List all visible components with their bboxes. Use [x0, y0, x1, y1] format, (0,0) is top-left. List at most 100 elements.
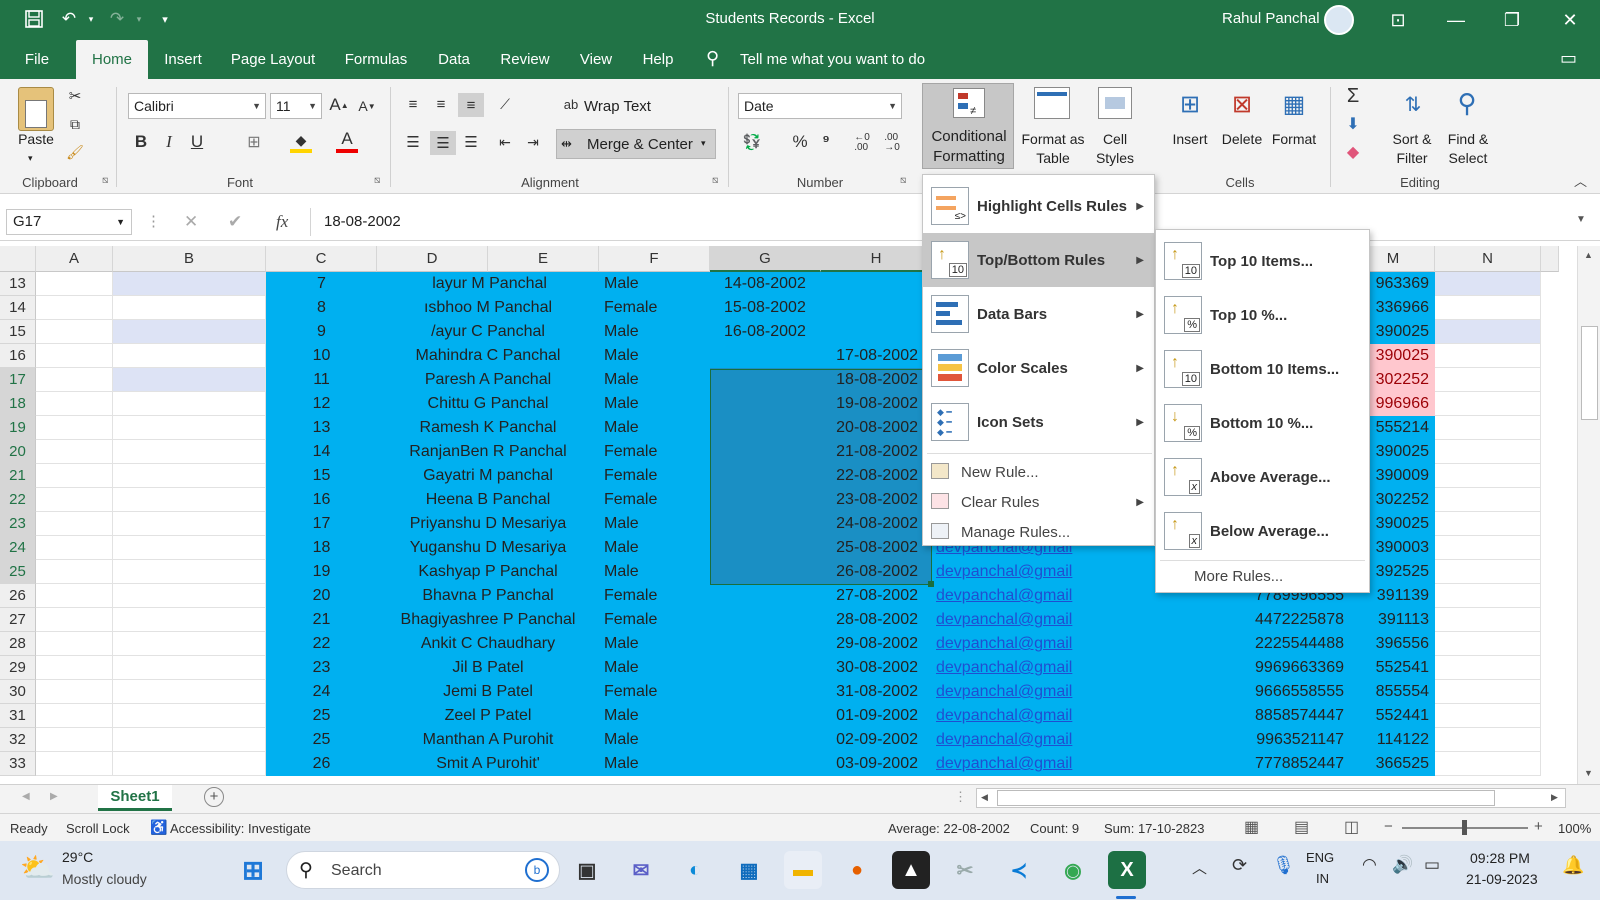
clear-icon[interactable]: ◆ [1342, 141, 1364, 163]
cell-a[interactable] [36, 512, 113, 536]
cell-id[interactable]: 18 [266, 536, 377, 560]
increase-decimal-icon[interactable]: ←0.00 [850, 131, 874, 155]
scroll-left-icon[interactable]: ◀ [22, 791, 30, 802]
cell-phone[interactable]: 9666558555 [1160, 680, 1352, 704]
cell-email[interactable]: devpanchal@gmail [936, 728, 1156, 752]
menu-item-new-rule[interactable]: New Rule... [923, 457, 1154, 487]
cell-id[interactable]: 14 [266, 440, 377, 464]
cell-n[interactable] [1435, 440, 1541, 464]
delete-cells-button[interactable]: Delete [1212, 130, 1272, 148]
cell-name[interactable]: Paresh A Panchal [377, 368, 599, 392]
redo-icon[interactable]: ↷ [106, 8, 128, 30]
firefox-icon[interactable]: ● [838, 851, 876, 889]
cell-b[interactable] [113, 536, 266, 560]
cell-n[interactable] [1435, 344, 1541, 368]
cell-email[interactable]: devpanchal@gmail [936, 752, 1156, 776]
cell-id[interactable]: 17 [266, 512, 377, 536]
enter-icon[interactable]: ✔ [228, 212, 242, 232]
cell-a[interactable] [36, 560, 113, 584]
chevron-down-icon[interactable]: ▾ [128, 8, 150, 30]
cell-email[interactable]: devpanchal@gmail [936, 560, 1156, 584]
cell-b[interactable] [113, 272, 266, 296]
cell-b[interactable] [113, 752, 266, 776]
cell-a[interactable] [36, 368, 113, 392]
column-header-h[interactable]: H [821, 246, 932, 272]
increase-font-icon[interactable]: A ▲ [329, 95, 348, 115]
battery-icon[interactable]: ▭ [1424, 855, 1440, 875]
user-name[interactable]: Rahul Panchal [1222, 10, 1320, 27]
cell-a[interactable] [36, 392, 113, 416]
cell-styles-label-2[interactable]: Styles [1090, 149, 1140, 167]
menu-item-highlight-cells-rules[interactable]: ≤> Highlight Cells Rules ▶ [923, 179, 1154, 233]
cell-name[interactable]: Ramesh K Panchal [377, 416, 599, 440]
teams-chat-icon[interactable]: ✉ [622, 851, 660, 889]
cell-a[interactable] [36, 752, 113, 776]
microphone-icon[interactable]: 🎙 [1272, 855, 1295, 876]
cell-id[interactable]: 10 [266, 344, 377, 368]
customize-qat-icon[interactable]: ▾ [154, 8, 176, 30]
column-header-n[interactable]: N [1435, 246, 1541, 272]
cell-id[interactable]: 12 [266, 392, 377, 416]
cell-id[interactable]: 25 [266, 704, 377, 728]
find-select-label-2[interactable]: Select [1438, 149, 1498, 167]
row-header[interactable]: 29 [0, 656, 36, 680]
format-cells-icon[interactable]: ▦ [1276, 87, 1312, 121]
cell-email[interactable]: devpanchal@gmail [936, 680, 1156, 704]
cell-m[interactable]: 552441 [1352, 704, 1435, 728]
bold-button[interactable]: B [132, 132, 150, 151]
store-icon[interactable]: ▦ [730, 851, 768, 889]
formula-input[interactable]: 18-08-2002 [324, 213, 401, 230]
italic-button[interactable]: I [160, 132, 178, 151]
wrap-text-button[interactable]: Wrap Text [584, 98, 651, 116]
edge-icon[interactable]: ◐ [676, 851, 714, 889]
horizontal-scrollbar[interactable]: ◀ ▶ [976, 788, 1566, 808]
cell-n[interactable] [1435, 416, 1541, 440]
tab-insert[interactable]: Insert [158, 40, 208, 79]
cell-gender[interactable]: Male [599, 272, 710, 296]
delete-cells-icon[interactable]: ⊠ [1224, 87, 1260, 121]
zoom-out-icon[interactable]: − [1384, 818, 1393, 835]
cell-m[interactable]: 855554 [1352, 680, 1435, 704]
affinity-icon[interactable]: ▲ [892, 851, 930, 889]
cell-name[interactable]: Smit A Purohit' [377, 752, 599, 776]
cell-n[interactable] [1435, 752, 1541, 776]
cell-name[interactable]: Bhavna P Panchal [377, 584, 599, 608]
cell-id[interactable]: 15 [266, 464, 377, 488]
cell-b[interactable] [113, 416, 266, 440]
cell-date[interactable]: 14-08-2002 [710, 272, 932, 296]
cell-b[interactable] [113, 656, 266, 680]
row-header[interactable]: 15 [0, 320, 36, 344]
cell-a[interactable] [36, 488, 113, 512]
cell-phone[interactable]: 9963521147 [1160, 728, 1352, 752]
insert-cells-button[interactable]: Insert [1160, 130, 1220, 148]
sort-filter-label-2[interactable]: Filter [1382, 149, 1442, 167]
menu-item-clear-rules[interactable]: Clear Rules ▶ [923, 487, 1154, 517]
scroll-up-icon[interactable]: ▲ [1584, 250, 1593, 260]
underline-button[interactable]: U [188, 132, 206, 151]
cell-date[interactable]: 21-08-2002 [710, 440, 932, 464]
align-left-icon[interactable]: ☰ [402, 131, 424, 153]
cell-n[interactable] [1435, 560, 1541, 584]
cell-date[interactable]: 20-08-2002 [710, 416, 932, 440]
cell-b[interactable] [113, 608, 266, 632]
cell-date[interactable]: 03-09-2002 [710, 752, 932, 776]
increase-indent-icon[interactable]: ⇥ [522, 131, 544, 153]
column-header-f[interactable]: F [599, 246, 710, 272]
cell-gender[interactable]: Male [599, 344, 710, 368]
cell-n[interactable] [1435, 320, 1541, 344]
cell-b[interactable] [113, 488, 266, 512]
row-header[interactable]: 31 [0, 704, 36, 728]
row-header[interactable]: 16 [0, 344, 36, 368]
cell-email[interactable]: devpanchal@gmail [936, 584, 1156, 608]
sync-icon[interactable]: ⟳ [1232, 855, 1247, 876]
top-align-icon[interactable]: ≡ [402, 93, 424, 115]
find-select-icon[interactable]: ⚲ [1448, 85, 1486, 121]
format-as-table-label-1[interactable]: Format as [1016, 130, 1090, 148]
cell-date[interactable]: 24-08-2002 [710, 512, 932, 536]
number-format-box[interactable]: Date ▼ [738, 93, 902, 119]
scrollbar-thumb[interactable] [1581, 326, 1598, 420]
tab-page-layout[interactable]: Page Layout [228, 40, 318, 79]
cell-phone[interactable]: 4472225878 [1160, 608, 1352, 632]
cell-phone[interactable]: 8858574447 [1160, 704, 1352, 728]
conditional-formatting-button[interactable]: ≠ Conditional Formatting [922, 83, 1014, 169]
